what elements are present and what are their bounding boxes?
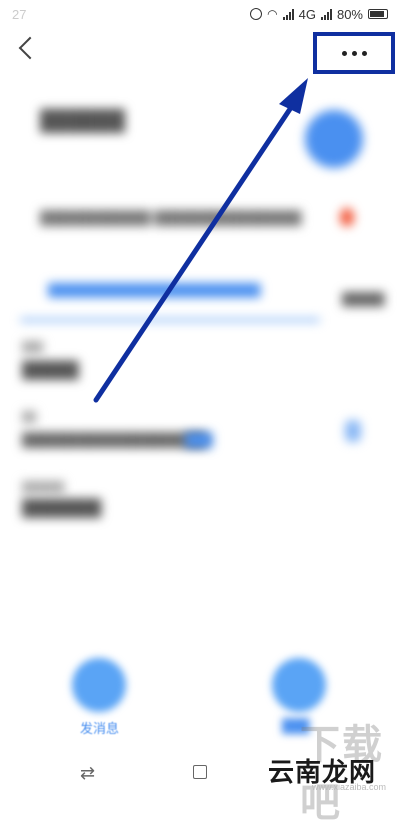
send-message-label[interactable]: 发消息 (80, 718, 119, 737)
profile-tip[interactable]: █████████████████████████ (48, 283, 261, 297)
tip-underline (20, 318, 320, 322)
field-label: ██████ (22, 482, 65, 493)
status-icons: ◠ 4G 80% (250, 7, 388, 22)
signal-icon (282, 8, 294, 20)
field-value: ███████ (22, 500, 102, 517)
call-button[interactable] (272, 658, 326, 712)
profile-name: ██████ (40, 110, 126, 132)
field-link[interactable]: ███ (185, 432, 213, 447)
side-label: █████ (342, 292, 385, 306)
status-bar: 27 ◠ 4G 80% (0, 0, 400, 28)
network-type: 4G (298, 6, 316, 22)
alarm-clock-icon (250, 8, 263, 20)
field-label: ███ (22, 342, 44, 353)
send-message-button[interactable] (72, 658, 126, 712)
field-value: ████████████████████ (22, 432, 207, 447)
home-icon[interactable] (193, 765, 207, 779)
signal-icon-2 (320, 8, 332, 20)
avatar[interactable] (305, 110, 363, 168)
field-action-icon[interactable] (345, 420, 361, 442)
watermark-domain: www.xiazaiba.com (312, 782, 387, 792)
battery-icon (368, 9, 388, 19)
back-icon[interactable] (18, 36, 42, 60)
more-dots-icon[interactable] (341, 50, 367, 56)
profile-description: ████████████ ████████████████ (40, 210, 302, 225)
field-value: █████ (22, 362, 79, 379)
battery-percent: 80% (336, 6, 363, 22)
status-time: 27 (12, 6, 27, 22)
more-button[interactable] (313, 32, 395, 74)
wifi-icon: ◠ (267, 7, 278, 21)
field-label: ██ (22, 412, 37, 423)
flame-icon (340, 208, 354, 226)
switch-icon[interactable]: ⇄ (80, 763, 95, 784)
